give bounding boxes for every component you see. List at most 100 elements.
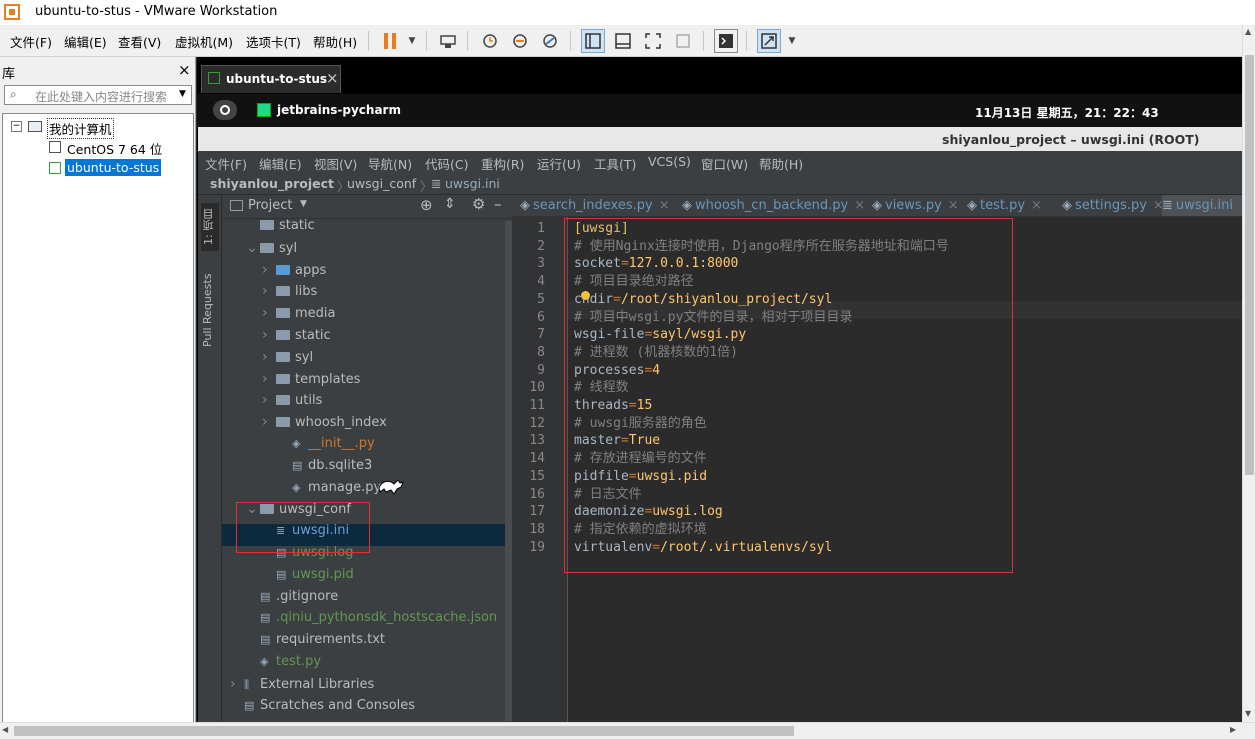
tree-row[interactable]: › templates	[262, 368, 360, 390]
tab-close-icon[interactable]: ×	[326, 69, 339, 87]
snapshot-manager-icon[interactable]	[538, 29, 562, 53]
breadcrumb-file[interactable]: uwsgi.ini	[445, 176, 500, 191]
library-search-input[interactable]: ⌕ 在此处键入内容进行搜索 ▼	[4, 85, 192, 105]
editor-tab[interactable]: ◈ test.py ×	[967, 195, 1042, 216]
chevron-right-icon[interactable]: ›	[262, 302, 276, 324]
chevron-right-icon[interactable]: ›	[262, 324, 276, 346]
fullscreen-icon[interactable]	[641, 29, 665, 53]
breadcrumb-folder[interactable]: uwsgi_conf	[347, 176, 416, 191]
editor-tab[interactable]: ◈ views.py ×	[872, 195, 959, 216]
pc-menu-refactor[interactable]: 重构(R)	[481, 154, 524, 173]
pc-menu-tools[interactable]: 工具(T)	[594, 154, 636, 173]
pc-menu-code[interactable]: 代码(C)	[425, 154, 468, 173]
side-tab-pull-requests[interactable]: Pull Requests	[201, 265, 219, 347]
tree-row[interactable]: › syl	[262, 346, 313, 368]
tree-row[interactable]: ⌄ syl	[246, 237, 297, 259]
vm-tab[interactable]: ubuntu-to-stus ×	[201, 65, 341, 93]
pc-menu-edit[interactable]: 编辑(E)	[259, 154, 302, 173]
pc-menu-run[interactable]: 运行(U)	[537, 154, 581, 173]
send-keys-icon[interactable]	[436, 29, 460, 53]
tree-row[interactable]: ▤ .gitignore	[246, 586, 338, 608]
activities-icon[interactable]	[213, 100, 237, 120]
tree-row[interactable]: › apps	[262, 259, 326, 281]
menu-view[interactable]: 查看(V)	[118, 32, 161, 51]
scroll-down-icon[interactable]: ▼	[1245, 709, 1251, 718]
thumbnail-bar-icon[interactable]	[611, 29, 635, 53]
stretch-dropdown-icon[interactable]: ▼	[780, 29, 804, 53]
scroll-left-icon[interactable]: ◀	[2, 725, 8, 734]
menu-edit[interactable]: 编辑(E)	[64, 32, 107, 51]
tree-row[interactable]: › whoosh_index	[262, 411, 387, 433]
menu-help[interactable]: 帮助(H)	[313, 32, 357, 51]
collapse-icon[interactable]: −	[11, 121, 22, 132]
gear-icon[interactable]: ⚙	[472, 195, 485, 213]
chevron-right-icon[interactable]: ›	[262, 280, 276, 302]
clock[interactable]: 11月13日 星期五，21：22：43	[975, 104, 1159, 121]
chevron-down-icon[interactable]: ⌄	[246, 237, 260, 259]
tab-close-icon[interactable]: ×	[948, 198, 959, 213]
menu-tabs[interactable]: 选项卡(T)	[246, 32, 301, 51]
pc-menu-help[interactable]: 帮助(H)	[759, 154, 803, 173]
tree-vm-ubuntu[interactable]: ubuntu-to-stus	[65, 159, 162, 176]
scroll-up-icon[interactable]: ▲	[1245, 27, 1251, 36]
tree-row[interactable]: ◈ test.py	[246, 651, 321, 673]
scroll-right-icon[interactable]: ▶	[1230, 725, 1236, 734]
tree-row[interactable]: ◈ manage.py	[278, 477, 381, 499]
tree-row[interactable]: › utils	[262, 389, 322, 411]
tab-close-icon[interactable]: ×	[854, 198, 865, 213]
tree-row[interactable]: ◈ __init__.py	[278, 433, 375, 455]
collapse-all-icon[interactable]: ⇕	[444, 196, 456, 212]
tree-row[interactable]: › libs	[262, 280, 317, 302]
editor-tab[interactable]: ◈ settings.py ×	[1062, 195, 1164, 216]
tree-row[interactable]: static	[246, 219, 315, 237]
library-close-icon[interactable]: ×	[178, 61, 191, 79]
pause-icon[interactable]	[378, 29, 402, 53]
pc-menu-file[interactable]: 文件(F)	[205, 154, 247, 173]
tree-row[interactable]: › ⫼ External Libraries	[230, 673, 374, 695]
menu-vm[interactable]: 虚拟机(M)	[175, 32, 233, 51]
editor-tab[interactable]: ≣ uwsgi.ini	[1162, 195, 1242, 216]
side-tab-project[interactable]: 1: 项目	[201, 203, 219, 251]
console-view-icon[interactable]	[714, 29, 738, 53]
tree-row[interactable]: ▤ .qiniu_pythonsdk_hostscache.json	[246, 607, 497, 629]
horizontal-scrollbar[interactable]: ◀ ▶	[0, 722, 1255, 739]
show-library-icon[interactable]	[581, 29, 605, 53]
hscroll-thumb[interactable]	[14, 726, 794, 736]
chevron-right-icon[interactable]: ›	[262, 259, 276, 281]
editor-tab[interactable]: ◈ search_indexes.py ×	[520, 195, 670, 216]
pc-menu-window[interactable]: 窗口(W)	[701, 154, 748, 173]
search-dropdown-icon[interactable]: ▼	[179, 89, 186, 99]
minimize-icon[interactable]: –	[494, 195, 502, 213]
tree-row[interactable]: › static	[262, 324, 331, 346]
stretch-guest-icon[interactable]	[757, 29, 781, 53]
tree-row[interactable]: ▤ db.sqlite3	[278, 455, 372, 477]
snapshot-icon[interactable]	[478, 29, 502, 53]
pause-dropdown-icon[interactable]: ▼	[400, 29, 424, 53]
pc-menu-navigate[interactable]: 导航(N)	[368, 154, 412, 173]
revert-snapshot-icon[interactable]	[508, 29, 532, 53]
tree-my-computer[interactable]: 我的计算机	[47, 118, 114, 139]
chevron-right-icon[interactable]: ›	[262, 346, 276, 368]
tree-row[interactable]: › media	[262, 302, 336, 324]
vertical-scrollbar[interactable]: ▲ ▼	[1242, 25, 1255, 722]
locate-icon[interactable]: ⊕	[420, 196, 433, 214]
tree-row[interactable]: ▤ requirements.txt	[246, 629, 385, 651]
active-app-name[interactable]: jetbrains-pycharm	[277, 103, 401, 117]
menu-file[interactable]: 文件(F)	[10, 32, 52, 51]
view-dropdown-icon[interactable]: ▼	[300, 199, 307, 209]
tree-vm-centos[interactable]: CentOS 7 64 位	[67, 139, 162, 158]
chevron-right-icon[interactable]: ›	[230, 673, 244, 695]
pc-menu-view[interactable]: 视图(V)	[314, 154, 357, 173]
scroll-thumb[interactable]	[1245, 55, 1254, 475]
breadcrumb-project[interactable]: shiyanlou_project	[210, 176, 334, 191]
tree-row[interactable]: ▤ Scratches and Consoles	[230, 695, 415, 717]
project-view-selector[interactable]: Project	[248, 198, 292, 213]
tree-row[interactable]: ▤ uwsgi.pid	[262, 564, 354, 586]
tab-close-icon[interactable]: ×	[659, 198, 670, 213]
chevron-right-icon[interactable]: ›	[262, 411, 276, 433]
tab-close-icon[interactable]: ×	[1031, 198, 1042, 213]
project-scrollbar[interactable]	[505, 221, 512, 721]
chevron-right-icon[interactable]: ›	[262, 389, 276, 411]
chevron-right-icon[interactable]: ›	[262, 368, 276, 390]
pc-menu-vcs[interactable]: VCS(S)	[648, 154, 691, 169]
